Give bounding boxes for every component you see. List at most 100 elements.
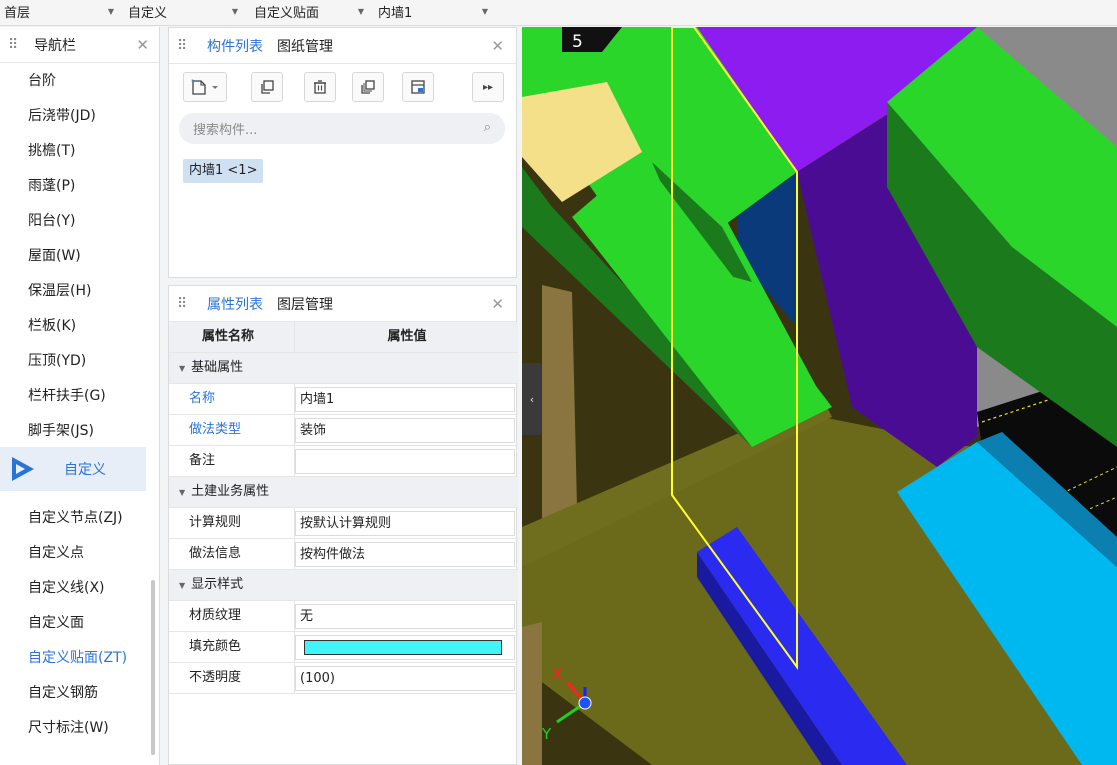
nav-scrollbar[interactable] <box>151 580 155 755</box>
3d-viewport[interactable]: 5 X Y <box>522 27 1117 765</box>
nav-item[interactable]: 尺寸标注(W) <box>28 718 109 738</box>
nav-item[interactable]: 自定义线(X) <box>28 578 105 598</box>
copy-button[interactable] <box>251 72 283 102</box>
drag-handle-icon[interactable]: ⠿ <box>177 296 193 312</box>
tab-layer-management[interactable]: 图层管理 <box>277 294 333 314</box>
search-icon[interactable]: ⌕ <box>484 120 491 135</box>
chevron-left-icon: ‹ <box>529 392 535 406</box>
nav-item[interactable]: 栏板(K) <box>28 316 76 336</box>
viewport-collapse-tab[interactable]: ‹ <box>522 363 542 435</box>
more-button[interactable]: ▸▸ <box>472 72 504 102</box>
note-field[interactable] <box>295 449 515 474</box>
column-header-name: 属性名称 <box>169 322 295 352</box>
component-select[interactable]: 内墙1 ▼ <box>378 0 496 22</box>
property-row-fill: 填充颜色 <box>169 632 518 663</box>
nav-item[interactable]: 压顶(YD) <box>28 351 86 371</box>
collapse-icon: ▼ <box>179 581 186 590</box>
svg-text:*: * <box>191 78 195 86</box>
property-row-calc: 计算规则 按默认计算规则 <box>169 508 518 539</box>
close-icon[interactable]: ✕ <box>491 37 504 55</box>
nav-item[interactable]: 自定义面 <box>28 613 84 633</box>
tab-property-list[interactable]: 属性列表 <box>207 294 263 314</box>
nav-item[interactable]: 脚手架(JS) <box>28 421 94 441</box>
collapse-icon: ▼ <box>179 488 186 497</box>
chevron-down-icon: ▼ <box>481 6 488 16</box>
nav-item[interactable]: 台阶 <box>28 71 56 91</box>
property-row-method: 做法类型 装饰 <box>169 415 518 446</box>
nav-item[interactable]: 自定义钢筋 <box>28 683 98 703</box>
method-type-field[interactable]: 装饰 <box>295 418 515 443</box>
delete-button[interactable] <box>304 72 336 102</box>
save-template-button[interactable] <box>402 72 434 102</box>
column-header-value: 属性值 <box>387 329 427 344</box>
collapse-icon: ▼ <box>179 364 186 373</box>
nav-item[interactable]: 阳台(Y) <box>28 211 75 231</box>
floor-select[interactable]: 首层 ▼ <box>4 0 122 22</box>
new-component-button[interactable]: * <box>183 72 227 102</box>
property-row-note: 备注 <box>169 446 518 477</box>
nav-item[interactable]: 保温层(H) <box>28 281 91 301</box>
copy-to-floor-button[interactable] <box>352 72 384 102</box>
type-select[interactable]: 自定义 ▼ <box>128 0 246 22</box>
subtype-select-value: 自定义贴面 <box>254 5 320 21</box>
nav-item[interactable]: 挑檐(T) <box>28 141 75 161</box>
tab-drawing-management[interactable]: 图纸管理 <box>277 36 333 56</box>
drag-handle-icon[interactable]: ⠿ <box>8 37 24 53</box>
property-label: 名称 <box>169 384 295 414</box>
group-display-label: 显示样式 <box>191 577 244 592</box>
nav-item[interactable]: 后浇带(JD) <box>28 106 96 126</box>
property-label: 做法类型 <box>169 415 295 445</box>
chevron-down-icon: ▼ <box>231 6 238 16</box>
chevron-down-icon: ▼ <box>357 6 364 16</box>
group-civil[interactable]: ▼ 土建业务属性 <box>169 477 518 508</box>
property-label: 不透明度 <box>169 663 295 693</box>
search-input[interactable]: 搜索构件... ⌕ <box>179 113 505 144</box>
component-select-value: 内墙1 <box>378 5 413 21</box>
fill-color-field[interactable] <box>295 635 515 660</box>
property-label: 填充颜色 <box>169 632 295 662</box>
property-label: 材质纹理 <box>169 601 295 631</box>
navigation-panel: ⠿ 导航栏 ✕ 台阶 后浇带(JD) 挑檐(T) 雨蓬(P) 阳台(Y) 屋面(… <box>0 27 160 765</box>
nav-item-active[interactable]: 自定义贴面(ZT) <box>28 648 127 668</box>
subtype-select[interactable]: 自定义贴面 ▼ <box>254 0 372 22</box>
opacity-field[interactable]: (100) <box>295 666 515 691</box>
custom-section-icon <box>12 457 34 481</box>
drag-handle-icon[interactable]: ⠿ <box>177 38 193 54</box>
grid-axis-label: 5 <box>572 32 583 52</box>
nav-item[interactable]: 栏杆扶手(G) <box>28 386 106 406</box>
more-icon: ▸▸ <box>482 81 494 93</box>
nav-item[interactable]: 自定义节点(ZJ) <box>28 508 123 528</box>
nav-item[interactable]: 自定义点 <box>28 543 84 563</box>
property-row-info: 做法信息 按构件做法 <box>169 539 518 570</box>
chevron-down-icon: ▼ <box>107 6 114 16</box>
group-basic[interactable]: ▼ 基础属性 <box>169 353 518 384</box>
new-file-icon: * <box>191 78 218 95</box>
property-panel: ⠿ 属性列表 图层管理 ✕ 属性名称 属性值 ▼ 基础属性 名称 内墙1 做法类型… <box>168 285 518 765</box>
close-icon[interactable]: ✕ <box>491 295 504 313</box>
nav-section-label: 自定义 <box>64 462 106 478</box>
top-toolbar: 首层 ▼ 自定义 ▼ 自定义贴面 ▼ 内墙1 ▼ <box>0 0 1117 26</box>
color-swatch[interactable] <box>304 640 502 655</box>
component-toolbar: * ▸▸ <box>169 72 516 104</box>
nav-section-custom[interactable]: 自定义 <box>0 447 146 491</box>
component-list-item[interactable]: 内墙1 <1> <box>183 159 264 183</box>
property-row-name: 名称 内墙1 <box>169 384 518 415</box>
3d-model-canvas[interactable]: 5 X Y <box>522 27 1117 765</box>
texture-field[interactable]: 无 <box>295 604 515 629</box>
calc-rule-field[interactable]: 按默认计算规则 <box>295 511 515 536</box>
close-icon[interactable]: ✕ <box>136 36 149 54</box>
trash-icon <box>314 80 326 94</box>
method-info-field[interactable]: 按构件做法 <box>295 542 515 567</box>
property-row-opacity: 不透明度 (100) <box>169 663 518 694</box>
nav-item[interactable]: 屋面(W) <box>28 246 81 266</box>
name-field[interactable]: 内墙1 <box>295 387 515 412</box>
group-basic-label: 基础属性 <box>191 360 244 375</box>
property-row-texture: 材质纹理 无 <box>169 601 518 632</box>
tab-component-list[interactable]: 构件列表 <box>207 36 263 56</box>
axis-y-label: Y <box>541 725 552 743</box>
nav-item[interactable]: 雨蓬(P) <box>28 176 75 196</box>
property-label: 计算规则 <box>169 508 295 538</box>
group-display[interactable]: ▼ 显示样式 <box>169 570 518 601</box>
component-list-panel: ⠿ 构件列表 图纸管理 ✕ * ▸▸ 搜索构件... ⌕ 内墙1 <1> <box>168 27 517 278</box>
property-panel-header: ⠿ 属性列表 图层管理 <box>169 286 516 322</box>
